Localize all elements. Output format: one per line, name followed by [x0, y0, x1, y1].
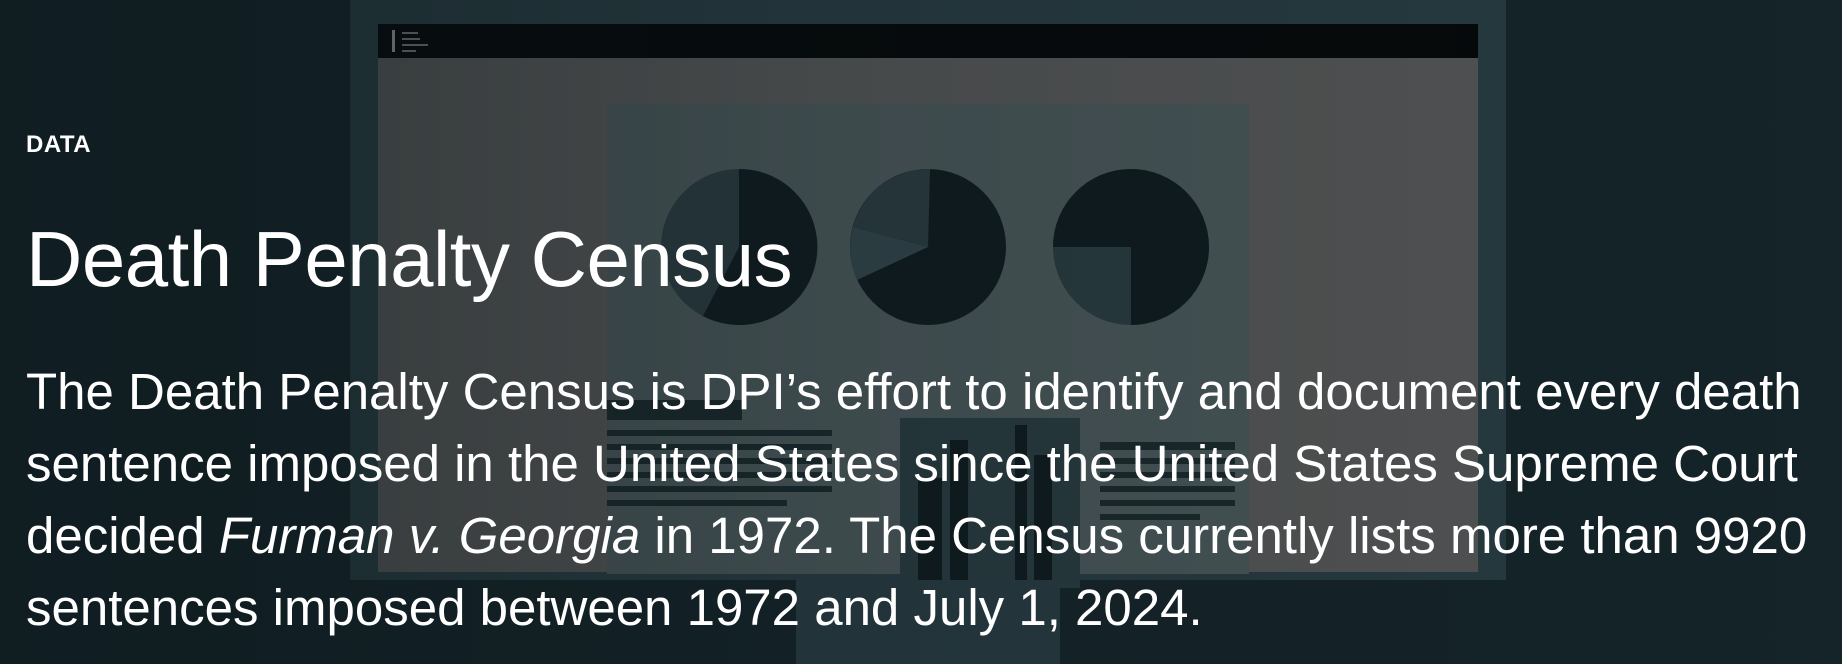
category-label: DATA	[26, 131, 92, 158]
hero-description: The Death Penalty Census is DPI’s effort…	[26, 356, 1826, 644]
case-name: Furman v. Georgia	[218, 507, 641, 564]
page-title: Death Penalty Census	[26, 215, 793, 303]
hero-banner: DATA Death Penalty Census The Death Pena…	[0, 0, 1842, 664]
